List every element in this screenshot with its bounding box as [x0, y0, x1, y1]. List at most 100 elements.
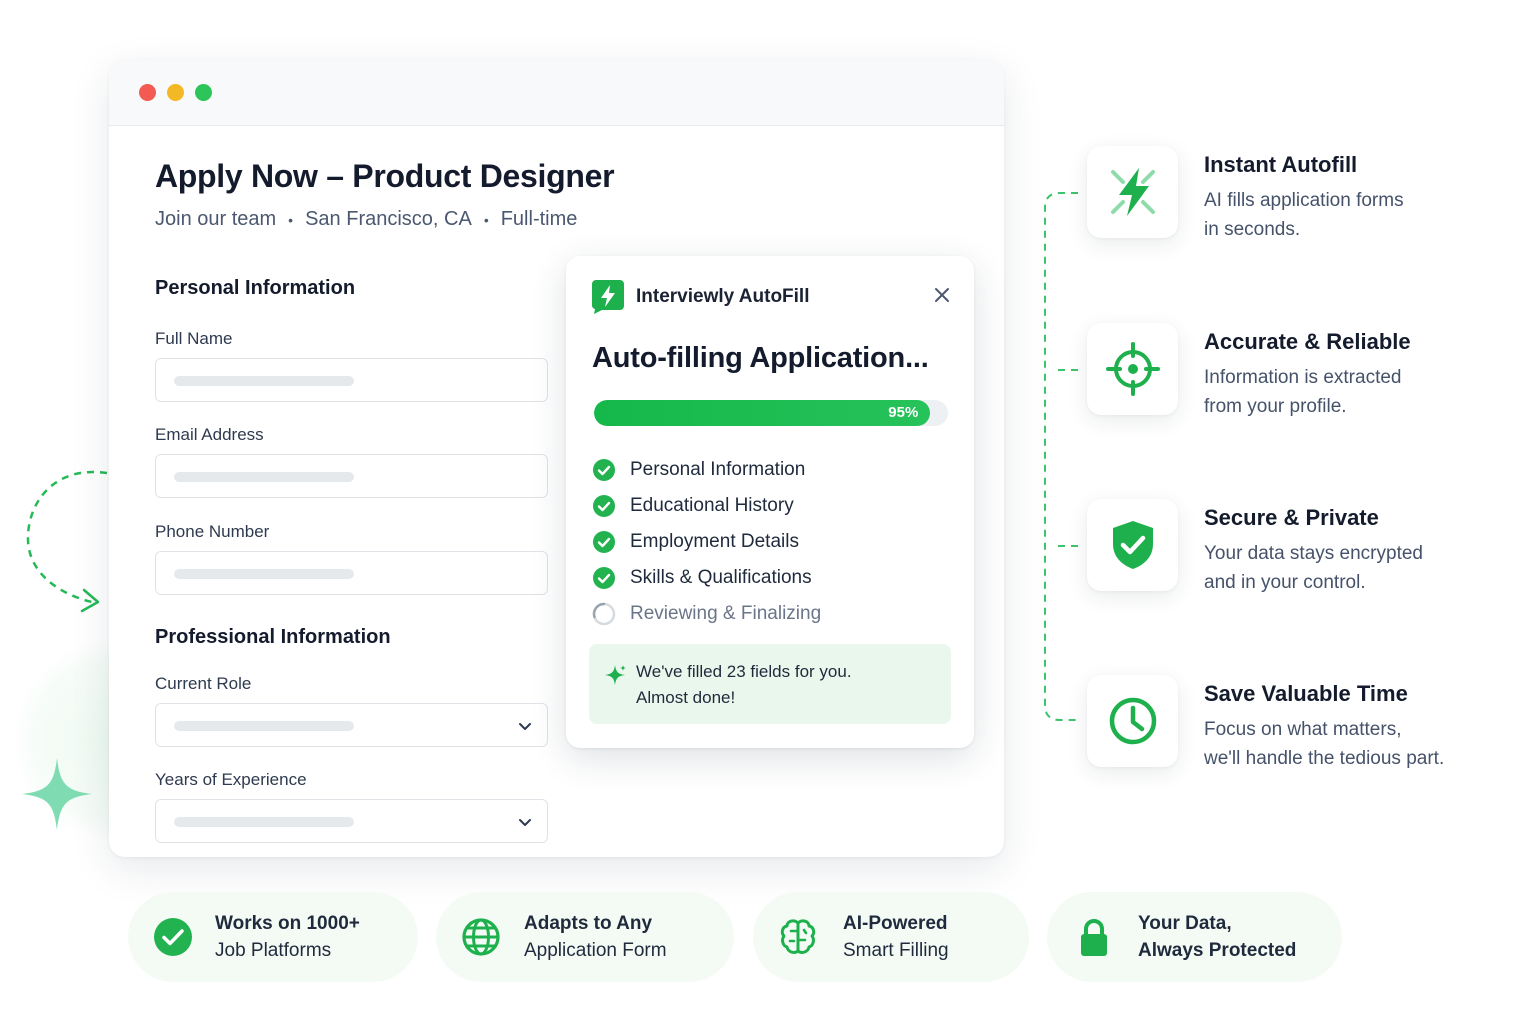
placeholder-skeleton — [174, 376, 354, 386]
brand-name: Interviewly AutoFill — [636, 286, 810, 307]
page-title: Apply Now – Product Designer — [155, 158, 615, 194]
badge-line: Job Platforms — [215, 940, 332, 961]
badge-ai-powered: AI-Powered Smart Filling — [753, 892, 1029, 982]
window-minimize-button[interactable] — [167, 84, 184, 101]
step-label: Skills & Qualifications — [630, 567, 812, 588]
step-list: Personal Information Educational History… — [592, 452, 821, 632]
step-label: Employment Details — [630, 531, 799, 552]
chevron-down-icon — [519, 723, 531, 730]
feature-description-line: AI fills application forms — [1204, 190, 1404, 211]
feature-title: Secure & Private — [1204, 505, 1379, 530]
step-item: Personal Information — [592, 452, 821, 488]
feature-instant-autofill: Instant Autofill AI fills application fo… — [1087, 146, 1487, 246]
placeholder-skeleton — [174, 472, 354, 482]
check-circle-icon — [593, 531, 615, 553]
crosshair-icon — [1105, 342, 1160, 396]
step-label: Educational History — [630, 495, 794, 516]
status-note-line: We've filled 23 fields for you. — [636, 662, 852, 681]
window-maximize-button[interactable] — [195, 84, 212, 101]
job-type: Full-time — [500, 208, 578, 230]
brand-logo-icon — [592, 280, 624, 314]
lightning-icon — [1110, 168, 1155, 216]
feature-title: Instant Autofill — [1204, 152, 1358, 177]
status-note-text: We've filled 23 fields for you. Almost d… — [636, 659, 852, 711]
window-close-button[interactable] — [139, 84, 156, 101]
step-item: Employment Details — [592, 524, 821, 560]
loading-spinner-icon — [592, 602, 616, 626]
badge-data-protected: Your Data, Always Protected — [1047, 892, 1342, 982]
progress-bar-fill: 95% — [594, 400, 931, 426]
feature-secure-private: Secure & Private Your data stays encrypt… — [1087, 499, 1487, 599]
feature-tile — [1087, 675, 1178, 767]
placeholder-skeleton — [174, 817, 354, 827]
full-name-input[interactable] — [155, 358, 548, 402]
check-circle-icon — [593, 495, 615, 517]
sparkle-icon — [22, 758, 92, 830]
email-label: Email Address — [155, 425, 264, 444]
current-role-select[interactable] — [155, 703, 548, 747]
check-circle-icon — [593, 459, 615, 481]
section-title-personal: Personal Information — [155, 277, 356, 299]
feature-description-line: and in your control. — [1204, 572, 1366, 593]
badge-text: Adapts to Any Application Form — [524, 910, 667, 964]
job-location: San Francisco, CA — [305, 208, 472, 230]
autofill-popup: Interviewly AutoFill Auto-filling Applic… — [566, 256, 974, 748]
lock-icon — [1081, 919, 1107, 956]
email-input[interactable] — [155, 454, 548, 498]
check-circle-icon — [154, 918, 192, 956]
feature-description: Your data stays encrypted and in your co… — [1204, 539, 1494, 597]
popup-brand: Interviewly AutoFill — [592, 280, 810, 314]
check-circle-icon — [593, 567, 615, 589]
job-meta: Join our team • San Francisco, CA • Full… — [155, 208, 577, 231]
job-team: Join our team — [155, 208, 277, 230]
badge-line: Adapts to Any — [524, 913, 653, 934]
feature-description-line: Focus on what matters, — [1204, 719, 1402, 740]
placeholder-skeleton — [174, 569, 354, 579]
badge-line: AI-Powered — [843, 913, 948, 934]
feature-tile — [1087, 323, 1178, 415]
badge-line: Works on 1000+ — [215, 913, 360, 934]
brain-icon — [780, 919, 816, 954]
phone-label: Phone Number — [155, 522, 270, 541]
sparkle-icon — [605, 665, 626, 685]
step-item: Educational History — [592, 488, 821, 524]
clock-icon — [1109, 697, 1156, 745]
feature-description-line: Information is extracted — [1204, 367, 1402, 388]
feature-description: Information is extracted from your profi… — [1204, 363, 1494, 421]
meta-separator: • — [483, 211, 489, 228]
feature-tile — [1087, 499, 1178, 591]
globe-icon — [462, 918, 500, 956]
phone-input[interactable] — [155, 551, 548, 595]
feature-description-line: from your profile. — [1204, 396, 1347, 417]
badge-text: Works on 1000+ Job Platforms — [215, 910, 360, 964]
experience-select[interactable] — [155, 799, 548, 843]
feature-description-line: in seconds. — [1204, 219, 1301, 240]
feature-title: Accurate & Reliable — [1204, 329, 1411, 354]
section-title-professional: Professional Information — [155, 626, 391, 648]
close-icon[interactable] — [934, 287, 950, 303]
badge-text: Your Data, Always Protected — [1138, 910, 1296, 964]
badge-text: AI-Powered Smart Filling — [843, 910, 949, 964]
step-label: Reviewing & Finalizing — [630, 603, 822, 624]
popup-title: Auto-filling Application... — [592, 342, 929, 374]
status-note: We've filled 23 fields for you. Almost d… — [589, 644, 951, 724]
progress-percent: 95% — [888, 404, 919, 421]
feature-description: Focus on what matters, we'll handle the … — [1204, 715, 1494, 773]
full-name-label: Full Name — [155, 329, 233, 348]
badge-any-form: Adapts to Any Application Form — [436, 892, 734, 982]
current-role-label: Current Role — [155, 674, 252, 693]
badge-line: Your Data, — [1138, 913, 1232, 934]
decorative-dashed-arrow — [26, 470, 108, 613]
feature-save-time: Save Valuable Time Focus on what matters… — [1087, 675, 1487, 775]
meta-separator: • — [288, 211, 294, 228]
status-note-line: Almost done! — [636, 688, 736, 707]
chevron-down-icon — [519, 819, 531, 826]
shield-check-icon — [1112, 521, 1153, 569]
step-item: Skills & Qualifications — [592, 560, 821, 596]
feature-connector-line — [1044, 192, 1078, 721]
badge-line: Application Form — [524, 940, 667, 961]
badge-job-platforms: Works on 1000+ Job Platforms — [128, 892, 418, 982]
placeholder-skeleton — [174, 721, 354, 731]
feature-accurate-reliable: Accurate & Reliable Information is extra… — [1087, 323, 1487, 423]
step-label: Personal Information — [630, 459, 806, 480]
